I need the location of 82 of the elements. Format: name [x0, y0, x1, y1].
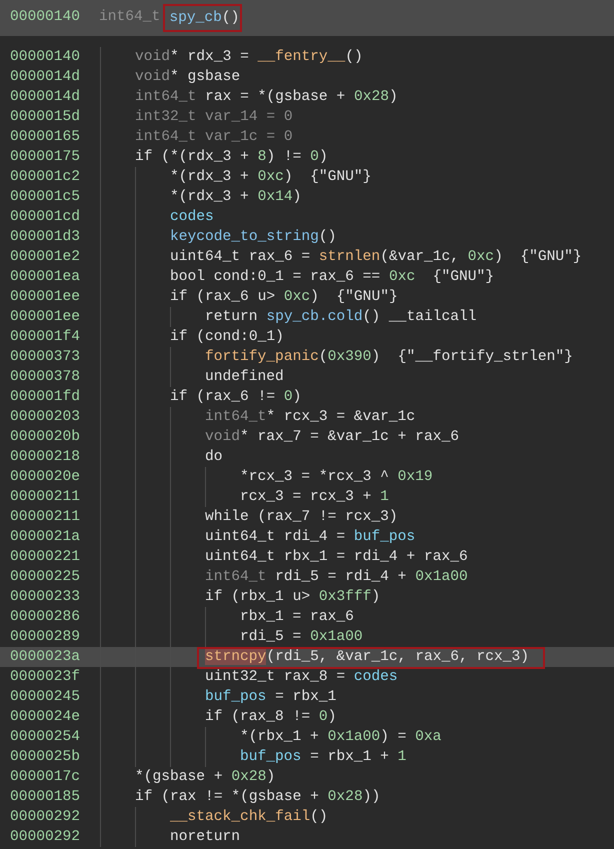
- code-line: noreturn: [170, 828, 240, 847]
- line-address: 00000218: [9, 448, 82, 467]
- code-line: if (cond:0_1): [170, 328, 284, 347]
- line-address: 000001fd: [9, 388, 82, 407]
- line-address: 00000175: [9, 148, 82, 167]
- line-address: 00000245: [9, 688, 82, 707]
- line-address: 00000211: [9, 488, 82, 507]
- line-address: 00000221: [9, 548, 82, 567]
- line-address: 000001c2: [9, 168, 82, 187]
- code-line: int64_t* rcx_3 = &var_1c: [205, 408, 416, 427]
- code-line: *rcx_3 = *rcx_3 ^ 0x19: [240, 468, 433, 487]
- code-line: *(rdx_3 + 0x14): [170, 188, 302, 207]
- line-address: 00000185: [9, 788, 82, 807]
- code-line: uint32_t rax_8 = codes: [205, 668, 398, 687]
- code-line: *(rdx_3 + 0xc) {"GNU"}: [170, 168, 372, 187]
- line-address: 00000289: [9, 628, 82, 647]
- code-line: do: [205, 448, 223, 467]
- code-line: int64_t var_1c = 0: [135, 128, 293, 147]
- code-line: rdi_5 = 0x1a00: [240, 628, 363, 647]
- line-address: 00000378: [9, 368, 82, 387]
- code-line: while (rax_7 != rcx_3): [205, 508, 398, 527]
- line-address: 000001f4: [9, 328, 82, 347]
- code-line: return spy_cb.cold() __tailcall: [205, 308, 477, 327]
- line-address: 00000286: [9, 608, 82, 627]
- code-line: uint64_t rdi_4 = buf_pos: [205, 528, 416, 547]
- line-address: 0000014d: [9, 88, 82, 107]
- code-line: void* rdx_3 = __fentry__(): [135, 48, 363, 67]
- line-address: 00000292: [9, 808, 82, 827]
- code-line: void* gsbase: [135, 68, 240, 87]
- line-address: 00000140: [9, 48, 82, 67]
- code-line: if (rax_6 u> 0xc) {"GNU"}: [170, 288, 398, 307]
- code-line: if (*(rdx_3 + 8) != 0): [135, 148, 328, 167]
- line-address: 00000225: [9, 568, 82, 587]
- line-address: 0000021a: [9, 528, 82, 547]
- code-line: int64_t rdi_5 = rdi_4 + 0x1a00: [205, 568, 468, 587]
- code-line: int32_t var_14 = 0: [135, 108, 293, 127]
- code-line: keycode_to_string(): [170, 228, 336, 247]
- function-address: 00000140: [9, 8, 82, 28]
- line-address: 00000165: [9, 128, 82, 147]
- line-address: 000001e2: [9, 248, 82, 267]
- line-address: 000001cd: [9, 208, 82, 227]
- code-line: if (rax != *(gsbase + 0x28)): [135, 788, 380, 807]
- code-line: buf_pos = rbx_1 + 1: [240, 748, 406, 767]
- code-line: bool cond:0_1 = rax_6 == 0xc {"GNU"}: [170, 268, 494, 287]
- code-line: __stack_chk_fail(): [170, 808, 328, 827]
- line-address: 0000020b: [9, 428, 82, 447]
- code-line: uint64_t rax_6 = strnlen(&var_1c, 0xc) {"GNU"}: [170, 248, 582, 267]
- code-line: codes: [170, 208, 214, 227]
- line-address: 00000373: [9, 348, 82, 367]
- code-line: *(gsbase + 0x28): [135, 768, 276, 787]
- line-address: 00000203: [9, 408, 82, 427]
- code-line: if (rax_6 != 0): [170, 388, 302, 407]
- code-line: rbx_1 = rax_6: [240, 608, 354, 627]
- code-line: if (rbx_1 u> 0x3fff): [205, 588, 380, 607]
- line-address: 0000024e: [9, 708, 82, 727]
- line-address: 0000015d: [9, 108, 82, 127]
- line-address: 000001c5: [9, 188, 82, 207]
- line-address: 00000233: [9, 588, 82, 607]
- code-line: int64_t rax = *(gsbase + 0x28): [135, 88, 398, 107]
- line-address: 0000020e: [9, 468, 82, 487]
- code-line: fortify_panic(0x390) {"__fortify_strlen"}: [205, 348, 573, 367]
- code-line: *(rbx_1 + 0x1a00) = 0xa: [240, 728, 442, 747]
- line-address: 0000025b: [9, 748, 82, 767]
- code-line: buf_pos = rbx_1: [205, 688, 336, 707]
- line-address: 00000254: [9, 728, 82, 747]
- line-address: 0000017c: [9, 768, 82, 787]
- code-line: rcx_3 = rcx_3 + 1: [240, 488, 389, 507]
- line-address: 0000023f: [9, 668, 82, 687]
- code-line: undefined: [205, 368, 284, 387]
- line-address: 0000023a: [9, 648, 82, 667]
- line-address: 000001d3: [9, 228, 82, 247]
- code-line: if (rax_8 != 0): [205, 708, 336, 727]
- line-address: 0000014d: [9, 68, 82, 87]
- code-line: uint64_t rbx_1 = rdi_4 + rax_6: [205, 548, 468, 567]
- line-address: 00000292: [9, 828, 82, 847]
- line-address: 000001ee: [9, 308, 82, 327]
- code-line: void* rax_7 = &var_1c + rax_6: [205, 428, 459, 447]
- line-address: 00000211: [9, 508, 82, 527]
- line-address: 000001ee: [9, 288, 82, 307]
- line-address: 000001ea: [9, 268, 82, 287]
- boxed-function-name: spy_cb(): [163, 4, 242, 32]
- return-type: int64_t: [99, 8, 160, 28]
